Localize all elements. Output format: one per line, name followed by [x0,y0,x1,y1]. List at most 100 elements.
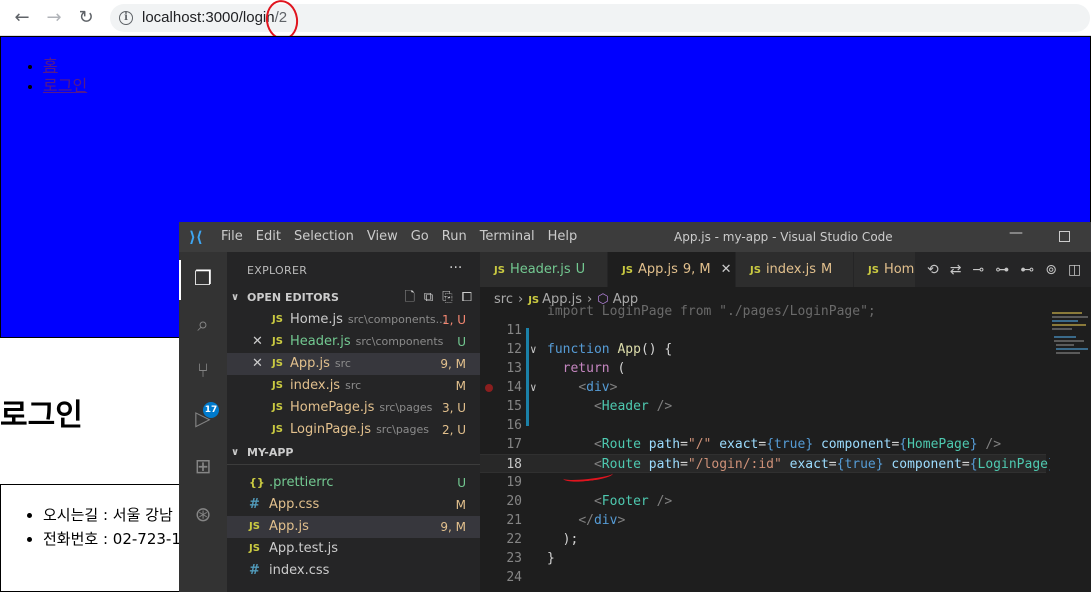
section-divider [227,464,480,465]
js-file-icon: JS [272,424,283,435]
file-status: 9, M [440,520,466,534]
open-editor-item[interactable]: JS HomePage.js src\pages 3, U [227,397,480,419]
timeline-icon[interactable]: ⟲ [927,262,939,278]
save-all-icon[interactable]: ⎘ [442,287,452,309]
tab-label: index.js [765,262,817,277]
project-header[interactable]: ∨ MY-APP [227,442,480,464]
fold-chevron-icon[interactable]: ∨ [530,378,537,397]
js-file-icon: JS [622,265,633,276]
chevron-down-icon: ∨ [231,292,240,303]
nav-list: 홈 로그인 [23,57,87,97]
menu-edit[interactable]: Edit [256,229,281,244]
code-text-partial: import LoginPage from "./pages/LoginPage… [547,304,876,319]
open-editor-item[interactable]: ✕ JS Header.js src\components U [227,331,480,353]
address-bar[interactable]: i localhost:3000/login/2 [110,4,1090,32]
nav-link-login[interactable]: 로그인 [43,78,87,95]
new-folder-icon[interactable]: ⧉ [424,287,433,309]
info-icon[interactable]: i [119,11,133,25]
git-commit-icon[interactable]: ⊸ [972,262,984,278]
window-title: App.js - my-app - Visual Studio Code [674,230,893,244]
fold-chevron-icon[interactable]: ∨ [530,340,537,359]
more-actions-icon[interactable]: ··· [449,260,462,276]
close-all-icon[interactable]: ⧠ [462,287,472,309]
line-number: 18 [506,457,522,472]
open-changes-icon[interactable]: ⊚ [1045,262,1057,278]
close-icon[interactable]: ✕ [252,353,263,375]
minimap[interactable] [1050,310,1091,592]
file-name: App.css [269,497,320,512]
split-editor-icon[interactable]: ◫ [1068,262,1081,278]
code-line: 23} [480,549,1046,568]
tab-index-js[interactable]: JS index.js M [736,252,854,287]
minimap-line [1054,336,1076,338]
tab-app-js[interactable]: JS App.js 9, M ✕ [608,252,736,287]
browser-toolbar: ← → ↻ i localhost:3000/login/2 [0,0,1091,43]
line-number: 20 [506,494,522,509]
file-name: LoginPage.js [290,422,372,437]
run-debug-icon[interactable]: ▷ [191,406,215,430]
maximize-icon[interactable] [1059,231,1070,242]
open-editors-header[interactable]: ∨ OPEN EDITORS 🗋 ⧉ ⎘ ⧠ [227,287,480,309]
code-line: 11 [480,321,1046,340]
code-line: 24 [480,568,1046,587]
code-editor[interactable]: import LoginPage from "./pages/LoginPage… [480,304,1056,592]
menu-run[interactable]: Run [442,229,467,244]
source-control-icon[interactable]: ⑂ [191,358,215,382]
open-editor-item[interactable]: JS LoginPage.js src\pages 2, U [227,419,480,441]
tab-label: App.js [637,262,678,277]
minimap-line [1056,352,1080,354]
forward-arrow-icon[interactable]: → [42,6,66,30]
json-file-icon: {} [249,476,265,489]
file-name: App.js [269,519,309,534]
menu-view[interactable]: View [367,229,398,244]
extensions-icon[interactable]: ⊞ [191,454,215,478]
line-number: 16 [506,418,522,433]
nav-link-home[interactable]: 홈 [43,58,58,75]
code-text: ); [547,532,579,547]
line-number: 17 [506,437,522,452]
git-next-icon[interactable]: ⊷ [1020,262,1034,278]
code-text: return ( [562,361,626,376]
file-dir: src\components... [347,313,447,326]
vscode-logo-icon: ⟩⟨ [189,228,203,246]
explorer-sidebar: EXPLORER ··· ∨ OPEN EDITORS 🗋 ⧉ ⎘ ⧠ JS H… [227,252,480,592]
menu-terminal[interactable]: Terminal [480,229,535,244]
file-item[interactable]: # index.css [227,560,480,582]
js-file-icon: JS [272,336,283,347]
explorer-files-icon[interactable]: ❐ [191,266,215,290]
line-number: 22 [506,532,522,547]
tab-home-js[interactable]: JS Hom [854,252,916,287]
git-graph-icon[interactable]: ⊛ [191,502,215,526]
file-item[interactable]: # App.css M [227,494,480,516]
back-arrow-icon[interactable]: ← [10,6,34,30]
new-file-icon[interactable]: 🗋 [404,287,414,309]
open-editor-item[interactable]: ✕ JS App.js src 9, M [227,353,480,375]
file-item[interactable]: JS App.test.js [227,538,480,560]
menu-help[interactable]: Help [548,229,578,244]
search-icon[interactable]: ⌕ [191,312,215,336]
menu-selection[interactable]: Selection [294,229,354,244]
project-label: MY-APP [247,446,294,459]
js-file-icon: JS [272,358,283,369]
reload-icon[interactable]: ↻ [74,6,98,30]
minimize-icon[interactable]: — [1009,225,1023,241]
close-icon[interactable]: ✕ [252,331,263,353]
menu-go[interactable]: Go [411,229,429,244]
css-file-icon: # [249,563,260,578]
open-editor-item[interactable]: JS index.js src M [227,375,480,397]
footer-list: 오시는길 : 서울 강남 전화번호 : 02-723-1 [23,503,181,551]
git-prev-icon[interactable]: ⊶ [995,262,1009,278]
menu-file[interactable]: File [221,229,243,244]
code-line: 12 ∨ function App() { [480,340,1046,359]
file-name: Header.js [290,334,351,349]
file-name: index.css [269,563,330,578]
compare-changes-icon[interactable]: ⇄ [950,262,962,278]
code-text: </div> [578,513,626,528]
file-item[interactable]: JS App.js 9, M [227,516,480,538]
explorer-title: EXPLORER [247,264,308,277]
file-item[interactable]: {} .prettierrc U [227,472,480,494]
close-icon[interactable]: ✕ [721,262,732,277]
tab-header-js[interactable]: JS Header.js U [480,252,608,287]
file-dir: src [334,357,351,370]
open-editor-item[interactable]: JS Home.js src\components... 1, U [227,309,480,331]
